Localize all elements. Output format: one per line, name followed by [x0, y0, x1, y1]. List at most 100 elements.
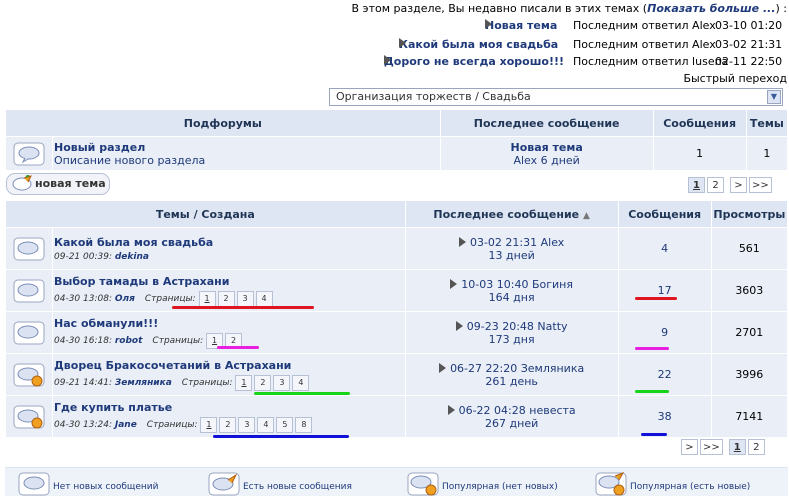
topic-meta: 09-21 00:39: dekina — [54, 251, 149, 262]
topics-count: 1 — [745, 136, 789, 171]
col-topics-created: Темы / Создана — [5, 200, 406, 228]
views-count: 561 — [710, 227, 789, 270]
topic-row: Где купить платье 04-30 13:24: Jane Страни… — [5, 395, 789, 438]
hot-topic-icon — [407, 472, 439, 496]
page-button[interactable]: 2 — [707, 177, 724, 193]
new-posts-icon — [208, 472, 240, 496]
col-last-post[interactable]: Последнее сообщение ▲ — [404, 200, 619, 228]
topic-page-link[interactable]: 2 — [217, 290, 235, 307]
next-page-button[interactable]: > — [681, 439, 698, 455]
no-new-posts-icon — [18, 472, 50, 496]
topic-page-link[interactable]: 3 — [238, 416, 256, 433]
magenta-underline — [635, 347, 669, 350]
last-post-link[interactable]: 06-27 22:20 Земляника — [450, 362, 584, 375]
topic-author[interactable]: Jane — [115, 420, 137, 430]
sort-up-icon[interactable]: ▲ — [583, 211, 590, 221]
subforums-table: Подфорумы Последнее сообщение Сообщения … — [5, 109, 789, 171]
recent-topic-link[interactable]: Новая тема — [485, 19, 557, 32]
last-post-link[interactable]: 09-23 20:48 Natty — [467, 320, 568, 333]
topic-author[interactable]: Земляника — [115, 378, 172, 388]
topic-row: Выбор тамады в Астрахани 04-30 13:08: Оля… — [5, 269, 789, 312]
magenta-underline — [217, 346, 259, 349]
topic-author[interactable]: dekina — [115, 252, 149, 262]
topic-row: Нас обманули!!! 04-30 16:18: robot Страниц… — [5, 311, 789, 354]
topic-link[interactable]: Где купить платье — [54, 401, 172, 414]
topic-author[interactable]: robot — [115, 336, 143, 346]
topic-author[interactable]: Оля — [115, 294, 135, 304]
subforum-row: Новый раздел Описание нового раздела Нов… — [5, 136, 789, 171]
topic-page-link[interactable]: 3 — [236, 290, 254, 307]
blue-underline — [213, 435, 349, 438]
recent-topic-item[interactable]: Какой была моя свадьба Последним ответил… — [387, 38, 787, 54]
topic-link[interactable]: Какой была моя свадьба — [54, 236, 213, 249]
quick-jump-label: Быстрый переход — [683, 72, 787, 85]
topic-page-link[interactable]: 1 — [198, 290, 216, 307]
arrow-right-icon[interactable] — [455, 320, 463, 331]
recent-topic-link[interactable]: Дорого не всегда хорошо!!! — [384, 55, 564, 68]
topic-page-link[interactable]: 4 — [257, 416, 275, 433]
last-post-info: Alex 6 дней — [513, 153, 580, 167]
arrow-right-icon[interactable] — [458, 236, 466, 247]
page-button[interactable]: 2 — [747, 439, 765, 455]
recent-topic-item[interactable]: Новая тема Последним ответил Alex 03-10 … — [387, 19, 787, 35]
next-page-button[interactable]: > — [730, 177, 747, 193]
show-more-link[interactable]: Показать больше ... — [647, 2, 775, 15]
topic-pages: Страницы: 1234 — [145, 290, 275, 307]
chevron-down-icon[interactable]: ▼ — [767, 90, 781, 104]
posts-count: 4 — [617, 227, 712, 270]
pagination-top: 1 2 > >> — [686, 177, 772, 193]
topic-link[interactable]: Нас обманули!!! — [54, 317, 158, 330]
arrow-right-icon[interactable] — [447, 404, 455, 415]
last-post-link[interactable]: 03-02 21:31 Alex — [470, 236, 564, 249]
hot-topic-icon — [13, 405, 45, 429]
topic-page-link[interactable]: 8 — [295, 416, 313, 433]
subforum-link[interactable]: Новый раздел — [54, 141, 145, 154]
last-post-link[interactable]: Новая тема — [510, 141, 582, 154]
topic-page-link[interactable]: 3 — [273, 374, 291, 391]
last-post-age: 13 дней — [488, 248, 535, 262]
new-topic-icon — [12, 175, 32, 191]
topic-link[interactable]: Дворец Бракосочетаний в Астрахани — [54, 359, 291, 372]
topic-page-link[interactable]: 1 — [200, 416, 218, 433]
topic-icon — [13, 321, 45, 345]
posts-count: 38 — [617, 395, 712, 438]
topic-page-link[interactable]: 2 — [219, 416, 237, 433]
topic-meta: 04-30 13:08: Оля Страницы: 1234 — [54, 290, 404, 307]
views-count: 3603 — [710, 269, 789, 312]
page-button[interactable]: 1 — [728, 439, 746, 455]
last-page-button[interactable]: >> — [749, 177, 772, 193]
last-post-link[interactable]: 10-03 10:40 Богиня — [461, 278, 573, 291]
topic-icon — [13, 237, 45, 261]
last-post-link[interactable]: 06-22 04:28 невеста — [459, 404, 576, 417]
topic-page-link[interactable]: 5 — [276, 416, 294, 433]
page-button[interactable]: 1 — [688, 177, 705, 193]
col-posts: Сообщения — [652, 109, 747, 137]
red-underline — [635, 297, 677, 300]
forum-icon — [13, 142, 45, 166]
topic-page-link[interactable]: 2 — [254, 374, 272, 391]
topic-meta: 04-30 13:24: Jane Страницы: 123458 — [54, 416, 404, 433]
hot-new-topic-icon — [595, 472, 627, 496]
pagination-bottom: > >> 1 2 — [679, 439, 765, 455]
topic-link[interactable]: Выбор тамады в Астрахани — [54, 275, 229, 288]
views-count: 2701 — [710, 311, 789, 354]
arrow-right-icon — [399, 38, 406, 48]
posts-count: 17 — [617, 269, 712, 312]
topic-page-link[interactable]: 4 — [255, 290, 273, 307]
last-post-age: 164 дня — [488, 290, 535, 304]
topic-page-link[interactable]: 4 — [292, 374, 310, 391]
new-topic-button[interactable]: новая тема — [6, 173, 110, 195]
recent-topic-item[interactable]: Дорого не всегда хорошо!!! Последним отв… — [384, 55, 787, 71]
last-page-button[interactable]: >> — [700, 439, 723, 455]
topic-pages: Страницы: 123458 — [147, 416, 315, 433]
topic-pages: Страницы: 1234 — [182, 374, 312, 391]
recent-topic-link[interactable]: Какой была моя свадьба — [399, 38, 558, 51]
topic-page-link[interactable]: 1 — [235, 374, 253, 391]
quick-jump-select[interactable]: Организация торжеств / Свадьба ▼ — [329, 88, 783, 106]
posts-count: 1 — [652, 136, 747, 171]
col-subforums: Подфорумы — [5, 109, 441, 137]
last-post-age: 261 день — [485, 374, 538, 388]
arrow-right-icon[interactable] — [439, 362, 447, 373]
last-post-age: 173 дня — [488, 332, 535, 346]
arrow-right-icon[interactable] — [450, 278, 458, 289]
